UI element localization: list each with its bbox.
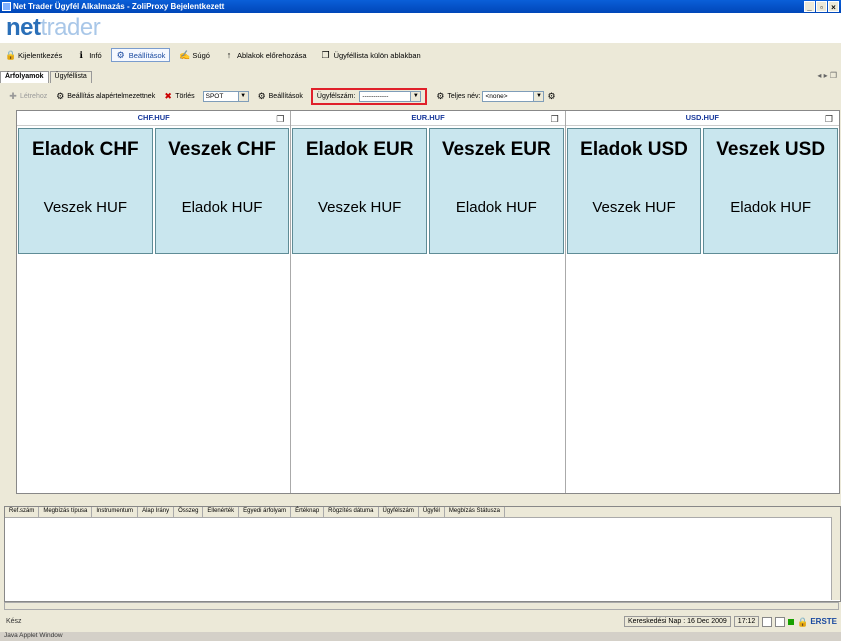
tab-bar: Árfolyamok Ügyféllista [0,71,841,83]
client-number-select[interactable]: ------------ ▼ [359,90,422,102]
horizontal-scrollbar[interactable] [4,602,839,610]
tab-rates[interactable]: Árfolyamok [0,71,49,83]
rate-panels: CHF.HUF ❐ Eladok CHF Veszek HUF Veszek CHF… [16,110,840,494]
column-header[interactable]: Megbízás típusa [39,507,93,517]
column-header[interactable]: Összeg [174,507,204,517]
buy-eur-tile[interactable]: Veszek EUR Eladok HUF [429,128,564,254]
spot-select[interactable]: SPOT ▼ [202,90,249,102]
chevron-down-icon: ▼ [410,91,421,101]
minimize-button[interactable]: _ [804,1,815,12]
clock: 17:12 [733,616,760,627]
popout-icon[interactable]: ❐ [551,112,559,126]
create-button[interactable]: ✚ Létrehoz [8,91,47,101]
column-header[interactable]: Ügyfélszám [379,507,419,517]
menu-bring-windows[interactable]: ↑ Ablakok előrehozása [219,48,312,62]
status-bar: Kész Kereskedési Nap : 16 Dec 2009 17:12… [0,612,841,632]
tab-scroll-arrows[interactable]: ◂ ▸ ❐ [817,71,837,80]
status-indicator [775,616,786,627]
connection-indicator [788,618,795,625]
settings-icon: ⚙ [56,91,65,101]
panel-title: USD.HUF [685,113,719,122]
menu-logout[interactable]: 🔒 Kijelentkezés [0,48,67,62]
logo-area: nettrader [0,13,841,43]
create-icon: ✚ [9,91,17,101]
menu-bar: 🔒 Kijelentkezés ℹ Infó ⚙ Beállítások ✍ Súgó … [0,45,841,65]
orders-table: Ref.szám Megbízás típusa Instrumentum Al… [4,506,841,602]
settings-icon: ⚙ [257,91,266,101]
set-default-button[interactable]: ⚙ Beállítás alapértelmezettnek [55,91,155,101]
erste-logo: ERSTE [810,617,837,626]
status-text: Kész [6,618,22,625]
column-header[interactable]: Megbízás Státusza [445,507,505,517]
menu-settings[interactable]: ⚙ Beállítások [110,48,171,62]
nettrader-logo: nettrader [6,14,101,41]
popout-icon[interactable]: ❐ [276,112,284,126]
trading-day: Kereskedési Nap : 16 Dec 2009 [623,616,731,627]
column-header[interactable]: Rögzítés dátuma [324,507,379,517]
column-header[interactable]: Értéknap [291,507,325,517]
panel-title: EUR.HUF [411,113,445,122]
panel-title: CHF.HUF [137,113,170,122]
maximize-button[interactable]: ▫ [816,1,827,12]
settings-button[interactable]: ⚙ Beállítások [257,91,303,101]
window-icon: ❐ [321,50,330,60]
tab-clientlist[interactable]: Ügyféllista [49,71,92,83]
fullname-select[interactable]: <none> ▼ [482,90,545,102]
window-title: Net Trader Ügyfél Alkalmazás - ZoliProxy… [13,2,225,11]
menu-clientlist-window[interactable]: ❐ Ügyféllista külön ablakban [316,48,426,62]
window-titlebar: Net Trader Ügyfél Alkalmazás - ZoliProxy… [0,0,841,13]
sell-chf-tile[interactable]: Eladok CHF Veszek HUF [18,128,153,254]
column-header[interactable]: Ref.szám [5,507,40,517]
orders-header: Ref.szám Megbízás típusa Instrumentum Al… [5,507,840,518]
sell-usd-tile[interactable]: Eladok USD Veszek HUF [566,128,702,254]
toolbar: ✚ Létrehoz ⚙ Beállítás alapértelmezettnek … [0,87,841,105]
client-number-label: Ügyfélszám: [316,92,356,100]
search-icon[interactable]: ⚙ [435,91,445,101]
popout-icon[interactable]: ❐ [825,112,833,126]
column-header[interactable]: Alap Irány [138,507,175,517]
panel-chf-huf: CHF.HUF ❐ Eladok CHF Veszek HUF Veszek CHF… [17,111,292,493]
app-icon [2,2,11,11]
buy-chf-tile[interactable]: Veszek CHF Eladok HUF [154,128,290,254]
status-indicator [762,616,773,627]
arrow-up-icon: ↑ [226,50,232,60]
sell-eur-tile[interactable]: Eladok EUR Veszek HUF [292,128,427,254]
column-header[interactable]: Ügyfél [419,507,445,517]
column-header[interactable]: Ellenérték [203,507,240,517]
applet-footer: Java Applet Window [0,632,841,641]
search-icon[interactable]: ⚙ [546,91,556,101]
client-number-group: Ügyfélszám: ------------ ▼ [310,87,428,105]
panel-eur-huf: EUR.HUF ❐ Eladok EUR Veszek HUF Veszek EUR… [291,111,566,493]
info-icon: ℹ [79,50,83,60]
fullname-label: Teljes név: [447,92,481,100]
panel-usd-huf: USD.HUF ❐ Eladok USD Veszek HUF Veszek USD… [565,111,839,493]
menu-help[interactable]: ✍ Súgó [174,48,215,62]
lock-icon: 🔒 [797,616,809,627]
lock-icon: 🔒 [5,50,17,60]
delete-icon: ✖ [164,91,172,101]
chevron-down-icon: ▼ [533,91,544,101]
settings-icon: ⚙ [116,50,125,60]
vertical-scrollbar[interactable] [831,517,840,600]
column-header[interactable]: Instrumentum [92,507,139,517]
delete-button[interactable]: ✖ Törlés [163,91,194,101]
help-icon: ✍ [179,50,191,60]
chevron-down-icon: ▼ [237,91,248,101]
column-header[interactable]: Egyedi árfolyam [239,507,292,517]
buy-usd-tile[interactable]: Veszek USD Eladok HUF [703,128,838,254]
menu-info[interactable]: ℹ Infó [71,48,107,62]
close-button[interactable]: × [828,1,839,12]
